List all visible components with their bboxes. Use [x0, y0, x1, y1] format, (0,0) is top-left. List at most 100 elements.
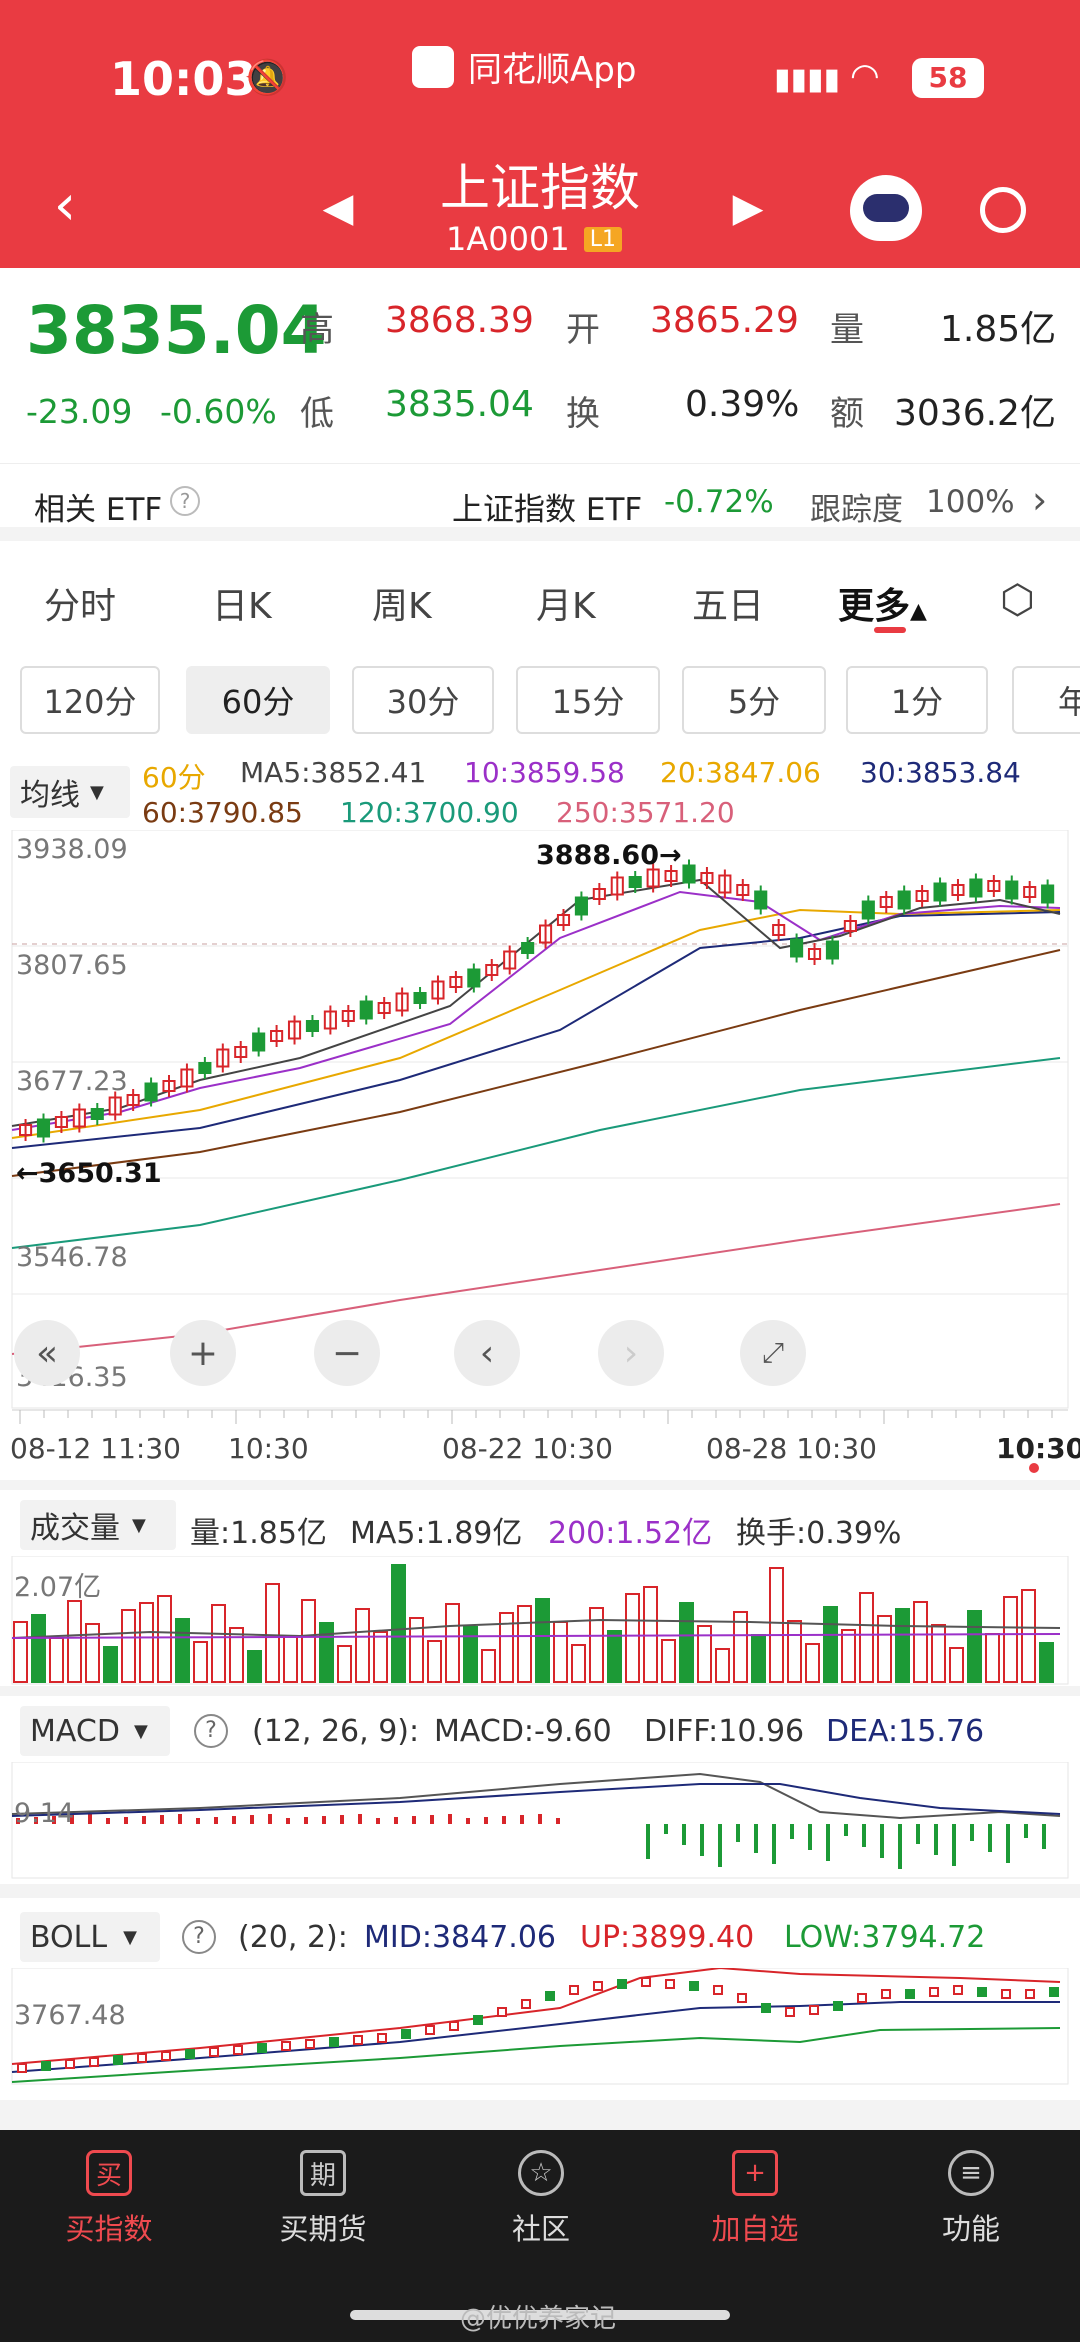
ma60-line [11, 949, 1061, 1177]
volume-bar [301, 1599, 316, 1683]
divider [0, 1686, 1080, 1696]
track-value: 100% [926, 484, 1015, 520]
nav-community[interactable]: ☆ 社区 [476, 2150, 606, 2248]
tab-active-indicator [874, 627, 906, 633]
related-etf-row[interactable]: 相关 ETF ? 上证指数 ETF -0.72% 跟踪度 100% › [0, 463, 1080, 541]
tab-intraday[interactable]: 分时 [44, 577, 116, 629]
zoom-out-button[interactable]: − [314, 1320, 380, 1386]
ma30-line [11, 911, 1061, 1149]
macd-bar [358, 1814, 362, 1824]
macd-help-icon[interactable]: ? [194, 1714, 228, 1748]
boll-candle [41, 2061, 51, 2071]
app-name: 同花顺App [468, 50, 637, 90]
volume-chart[interactable]: 2.07亿 [0, 1556, 1080, 1686]
collapse-left-button[interactable]: « [14, 1320, 80, 1386]
boll-help-icon[interactable]: ? [182, 1920, 216, 1954]
volume-bar [517, 1605, 532, 1683]
macd-bar [682, 1824, 686, 1845]
boll-candle [617, 1979, 627, 1989]
futures-icon: 期 [300, 2150, 346, 2196]
nav-functions-label: 功能 [941, 2212, 1000, 2246]
macd-selector[interactable]: MACD ▼ [20, 1706, 170, 1756]
nav-functions[interactable]: ≡ 功能 [906, 2150, 1036, 2248]
volume-bar [355, 1608, 370, 1683]
boll-candle [521, 1999, 531, 2009]
open-value: 3865.29 [650, 300, 799, 341]
period-30m[interactable]: 30分 [352, 666, 494, 734]
turnover-label: 换 [566, 394, 600, 434]
back-button[interactable]: ‹ [30, 170, 100, 240]
period-15m[interactable]: 15分 [516, 666, 660, 734]
boll-candle [785, 2007, 795, 2017]
boll-candle [233, 2045, 243, 2055]
nav-add-watchlist[interactable]: + 加自选 [690, 2150, 820, 2248]
boll-selector[interactable]: BOLL ▼ [20, 1912, 160, 1962]
boll-candle [161, 2051, 171, 2061]
boll-candle [713, 1985, 723, 1995]
nav-buy-index[interactable]: 买 买指数 [44, 2150, 174, 2248]
macd-bar [250, 1815, 254, 1824]
boll-candle [545, 1991, 555, 2001]
dea-line [11, 1783, 1061, 1817]
volume-bar [67, 1600, 82, 1683]
period-1m[interactable]: 1分 [846, 666, 988, 734]
kline-chart[interactable]: 3938.09 3807.65 3677.23 3546.78 3416.35 … [0, 830, 1080, 1410]
boll-candle [425, 2025, 435, 2035]
divider [0, 1480, 1080, 1490]
volume-ma200: 200:1.52亿 [548, 1516, 713, 1551]
volume-y-label: 2.07亿 [14, 1572, 101, 1603]
boll-candle [353, 2035, 363, 2045]
ma-selector[interactable]: 均线 ▼ [10, 766, 130, 818]
zoom-in-button[interactable]: + [170, 1320, 236, 1386]
macd-bar [1042, 1824, 1046, 1849]
ma20-value: 20:3847.06 [660, 756, 821, 789]
tab-more[interactable]: 更多▲ [838, 577, 927, 633]
tab-five-day[interactable]: 五日 [692, 577, 764, 629]
macd-value: MACD:-9.60 [434, 1714, 612, 1749]
search-icon[interactable] [968, 175, 1038, 245]
chevron-right-icon: › [1032, 478, 1048, 522]
battery-icon: 58 [912, 58, 984, 98]
tab-weekly-k[interactable]: 周K [372, 577, 432, 629]
macd-bar [646, 1824, 650, 1859]
volume-selector[interactable]: 成交量 ▼ [20, 1500, 176, 1550]
macd-bar [790, 1824, 794, 1839]
ma5-value: MA5:3852.41 [240, 756, 427, 789]
robot-assistant-icon[interactable] [850, 175, 922, 241]
nav-buy-futures[interactable]: 期 买期货 [258, 2150, 388, 2248]
x-label-5: 10:30 [996, 1432, 1080, 1465]
scroll-right-button[interactable]: › [598, 1320, 664, 1386]
settings-hex-icon[interactable]: ⬡ [1000, 577, 1035, 623]
boll-chart[interactable]: 3767.48 [0, 1968, 1080, 2086]
nav-buy-index-label: 买指数 [65, 2212, 153, 2246]
tab-monthly-k[interactable]: 月K [536, 577, 596, 629]
period-5m[interactable]: 5分 [682, 666, 826, 734]
period-120m[interactable]: 120分 [20, 666, 160, 734]
etf-change: -0.72% [664, 484, 774, 520]
time-axis: 08-12 11:30 10:30 08-22 10:30 08-28 10:3… [10, 1409, 1080, 1473]
volume-bar [661, 1639, 676, 1683]
volume-bar [319, 1622, 334, 1683]
macd-bar [988, 1824, 992, 1852]
macd-chart[interactable]: 9.14 [0, 1762, 1080, 1880]
volume-bar [913, 1601, 928, 1683]
period-60m[interactable]: 60分 [186, 666, 330, 734]
y-label-3: 3677.23 [16, 1066, 128, 1097]
tab-daily-k[interactable]: 日K [212, 577, 272, 629]
dropdown-icon: ▼ [132, 1514, 146, 1536]
fullscreen-button[interactable]: ⤢ [740, 1320, 806, 1386]
macd-bar [286, 1818, 290, 1824]
app-source[interactable]: 同花顺App [412, 42, 636, 91]
scroll-left-button[interactable]: ‹ [454, 1320, 520, 1386]
period-year[interactable]: 年 [1012, 666, 1080, 734]
help-icon[interactable]: ? [170, 486, 200, 516]
signal-icon: ▮▮▮▮ [774, 62, 841, 97]
next-stock-button[interactable]: ▶ [720, 180, 776, 236]
macd-selector-label: MACD [30, 1713, 120, 1749]
boll-candle [113, 2055, 123, 2065]
prev-stock-button[interactable]: ◀ [310, 180, 366, 236]
macd-bar [412, 1816, 416, 1824]
volume-bar [211, 1604, 226, 1683]
boll-candle [833, 2001, 843, 2011]
watermark: @优优养家记 [460, 2304, 617, 2334]
